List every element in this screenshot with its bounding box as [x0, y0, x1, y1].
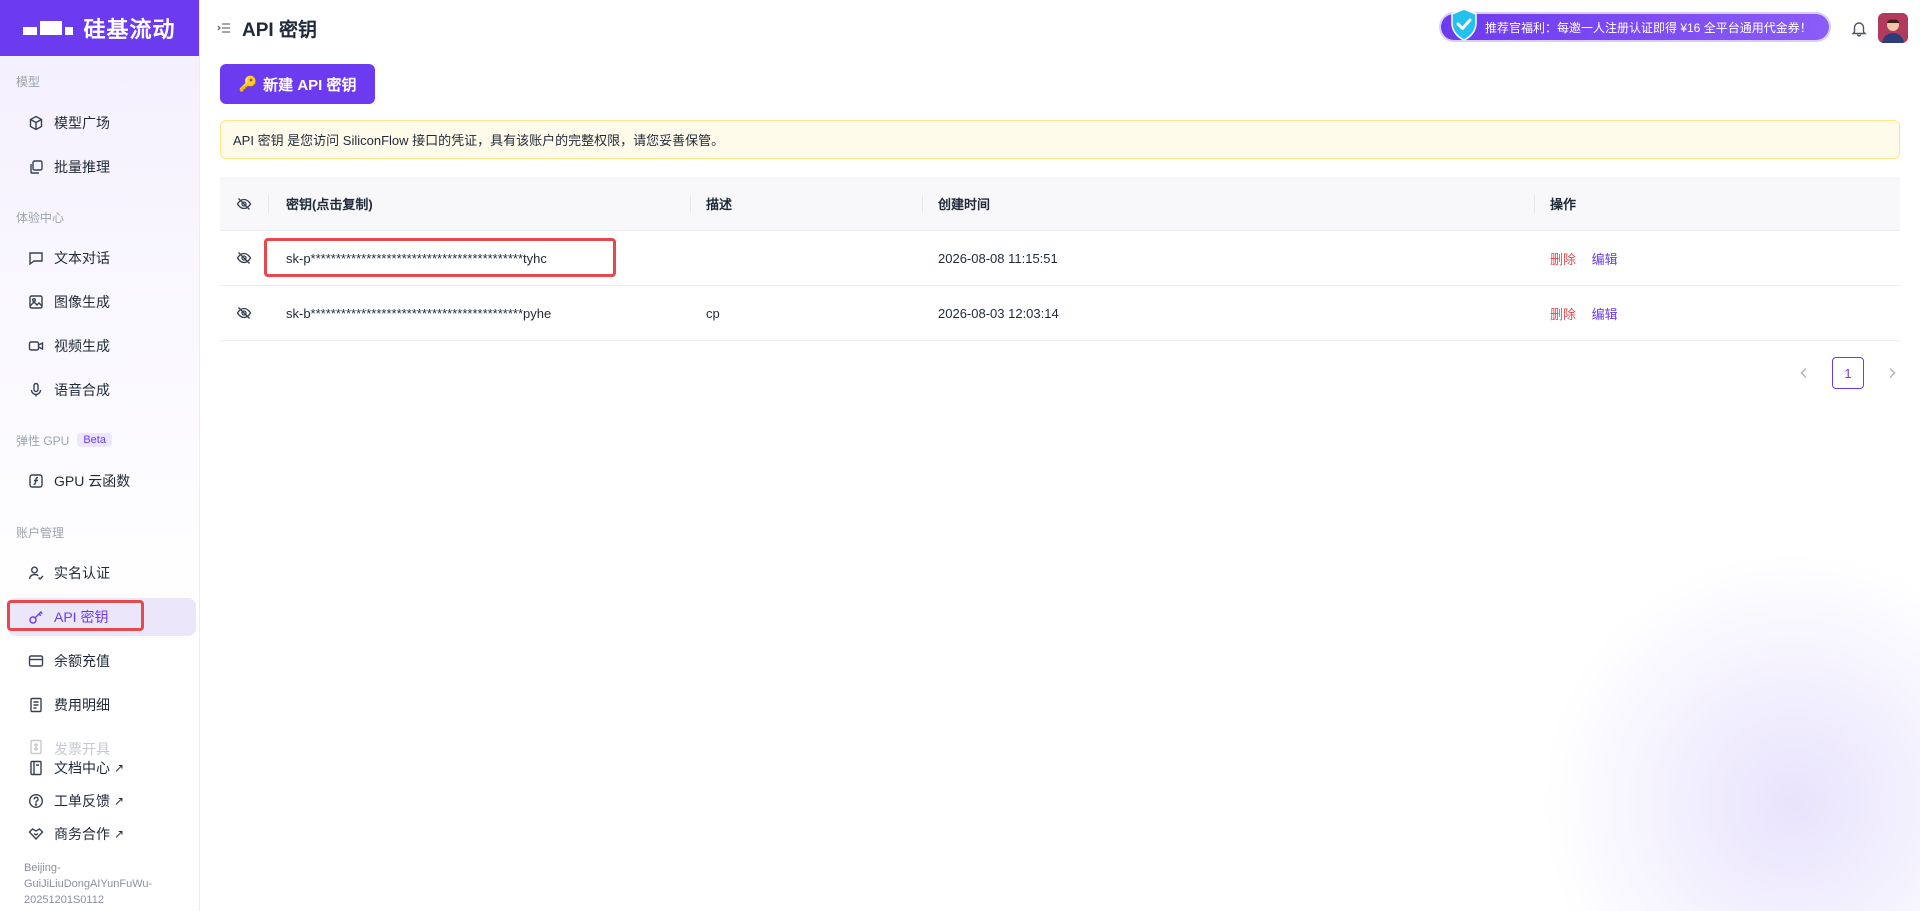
- notice-banner: API 密钥 是您访问 SiliconFlow 接口的凭证，具有该账户的完整权限…: [220, 120, 1900, 159]
- beta-badge: Beta: [77, 433, 112, 447]
- sidebar-item-label: 批量推理: [54, 159, 110, 175]
- function-icon: [29, 474, 43, 488]
- nav-group-title-account: 账户管理: [16, 525, 65, 540]
- sidebar-item-label: 文本对话: [54, 250, 110, 266]
- sidebar-link-label: 工单反馈: [54, 793, 110, 809]
- brand-name: 硅基流动: [83, 17, 176, 42]
- sidebar-item-text-chat[interactable]: 文本对话: [8, 239, 196, 277]
- sidebar-link-tickets[interactable]: 工单反馈 ↗: [8, 785, 196, 817]
- sidebar-item-video-gen[interactable]: 视频生成: [8, 327, 196, 365]
- new-api-key-label: 新建 API 密钥: [263, 76, 357, 94]
- sidebar-item-label: 费用明细: [54, 697, 110, 713]
- api-key-created: 2026-08-08 11:15:51: [938, 250, 1058, 266]
- sidebar-item-label: 余额充值: [54, 653, 110, 669]
- sidebar-item-api-keys[interactable]: API 密钥: [8, 598, 196, 636]
- external-link-icon: ↗: [114, 794, 125, 808]
- api-key-value[interactable]: sk-p************************************…: [268, 251, 690, 266]
- sidebar-item-speech-synth[interactable]: 语音合成: [8, 371, 196, 409]
- version-text: Beijing-GuiJiLiuDongAIYunFuWu-20251201S0…: [24, 862, 153, 906]
- edit-button[interactable]: 编辑: [1592, 307, 1618, 322]
- logo-mark-icon: [23, 21, 74, 35]
- sidebar-item-label: GPU 云函数: [54, 473, 131, 489]
- sidebar-item-label: 语音合成: [54, 382, 110, 398]
- delete-button[interactable]: 删除: [1550, 252, 1576, 267]
- brand-logo[interactable]: 硅基流动: [0, 0, 199, 56]
- sidebar-item-gpu-functions[interactable]: GPU 云函数: [8, 462, 196, 500]
- column-header-actions: 操作: [1550, 197, 1577, 212]
- sidebar-link-docs[interactable]: 文档中心 ↗: [8, 752, 196, 784]
- sidebar-item-batch-inference[interactable]: 批量推理: [8, 148, 196, 186]
- key-emoji-icon: 🔑: [238, 76, 258, 93]
- sidebar-link-label: 文档中心: [54, 760, 110, 776]
- eye-off-icon[interactable]: [236, 196, 252, 212]
- nav-group-title-gpu: 弹性 GPU Beta: [0, 429, 112, 451]
- book-icon: [30, 760, 42, 776]
- receipt-icon: [30, 697, 42, 713]
- image-icon: [29, 295, 43, 309]
- sidebar-item-billing[interactable]: 费用明细: [8, 686, 196, 724]
- chat-icon: [29, 252, 43, 266]
- verified-badge-icon: [1451, 8, 1477, 41]
- key-icon: [29, 611, 43, 624]
- sidebar-link-label: 商务合作: [54, 826, 110, 842]
- sidebar-item-image-gen[interactable]: 图像生成: [8, 283, 196, 321]
- external-link-icon: ↗: [114, 761, 125, 775]
- sidebar-link-business[interactable]: 商务合作 ↗: [8, 818, 196, 850]
- new-api-key-button[interactable]: 🔑 新建 API 密钥: [220, 64, 375, 104]
- eye-off-icon[interactable]: [236, 250, 252, 266]
- mic-icon: [30, 382, 42, 397]
- sidebar-item-label: 图像生成: [54, 294, 110, 310]
- chevron-right-icon[interactable]: [1884, 365, 1900, 381]
- sidebar: 硅基流动 模型 模型广场 批量推理 体验中心 文本对话 图像生成 视频生成 语音…: [0, 0, 200, 911]
- handshake-icon: [28, 828, 44, 841]
- chevron-left-icon[interactable]: [1796, 365, 1812, 381]
- video-icon: [28, 341, 44, 351]
- external-link-icon: ↗: [114, 827, 125, 841]
- menu-fold-icon[interactable]: [216, 20, 232, 36]
- sidebar-item-model-square[interactable]: 模型广场: [8, 104, 196, 142]
- table-header: 密钥(点击复制) 描述 创建时间 操作: [220, 177, 1900, 231]
- user-check-icon: [28, 566, 44, 580]
- column-header-desc: 描述: [706, 197, 733, 212]
- table-row: sk-p************************************…: [220, 231, 1900, 286]
- page-title: API 密钥: [242, 19, 317, 41]
- notice-text: API 密钥 是您访问 SiliconFlow 接口的凭证，具有该账户的完整权限…: [233, 133, 725, 148]
- cube-icon: [29, 115, 43, 131]
- user-avatar[interactable]: [1878, 13, 1908, 43]
- card-icon: [28, 655, 44, 667]
- api-key-created: 2026-08-03 12:03:14: [938, 305, 1059, 321]
- sidebar-item-real-name[interactable]: 实名认证: [8, 554, 196, 592]
- pagination: 1: [1796, 357, 1900, 389]
- sidebar-item-label: 模型广场: [54, 115, 110, 131]
- sidebar-item-label: 视频生成: [54, 338, 110, 354]
- api-key-value[interactable]: sk-b************************************…: [268, 306, 690, 321]
- promo-text: 推荐官福利：每邀一人注册认证即得 ¥16 全平台通用代金券！: [1485, 20, 1812, 35]
- column-header-created: 创建时间: [938, 197, 991, 212]
- sidebar-item-recharge[interactable]: 余额充值: [8, 642, 196, 680]
- sidebar-item-label: 实名认证: [54, 565, 110, 581]
- promo-banner[interactable]: 推荐官福利：每邀一人注册认证即得 ¥16 全平台通用代金券！: [1441, 8, 1829, 41]
- table-row: sk-b************************************…: [220, 286, 1900, 341]
- nav-group-title-models: 模型: [16, 74, 41, 89]
- layers-icon: [30, 160, 43, 174]
- avatar-image: [1878, 13, 1908, 43]
- question-icon: [28, 793, 44, 809]
- page-button-current[interactable]: 1: [1832, 357, 1864, 389]
- sidebar-item-label: API 密钥: [54, 609, 109, 625]
- api-keys-table: 密钥(点击复制) 描述 创建时间 操作 sk-p****************…: [220, 177, 1900, 341]
- delete-button[interactable]: 删除: [1550, 307, 1576, 322]
- column-header-key: 密钥(点击复制): [286, 197, 373, 212]
- nav-group-title-playground: 体验中心: [16, 210, 65, 225]
- bell-icon[interactable]: [1850, 19, 1868, 37]
- background-glow: [1500, 551, 1920, 911]
- eye-off-icon[interactable]: [236, 305, 252, 321]
- edit-button[interactable]: 编辑: [1592, 252, 1618, 267]
- api-key-desc: cp: [706, 305, 720, 321]
